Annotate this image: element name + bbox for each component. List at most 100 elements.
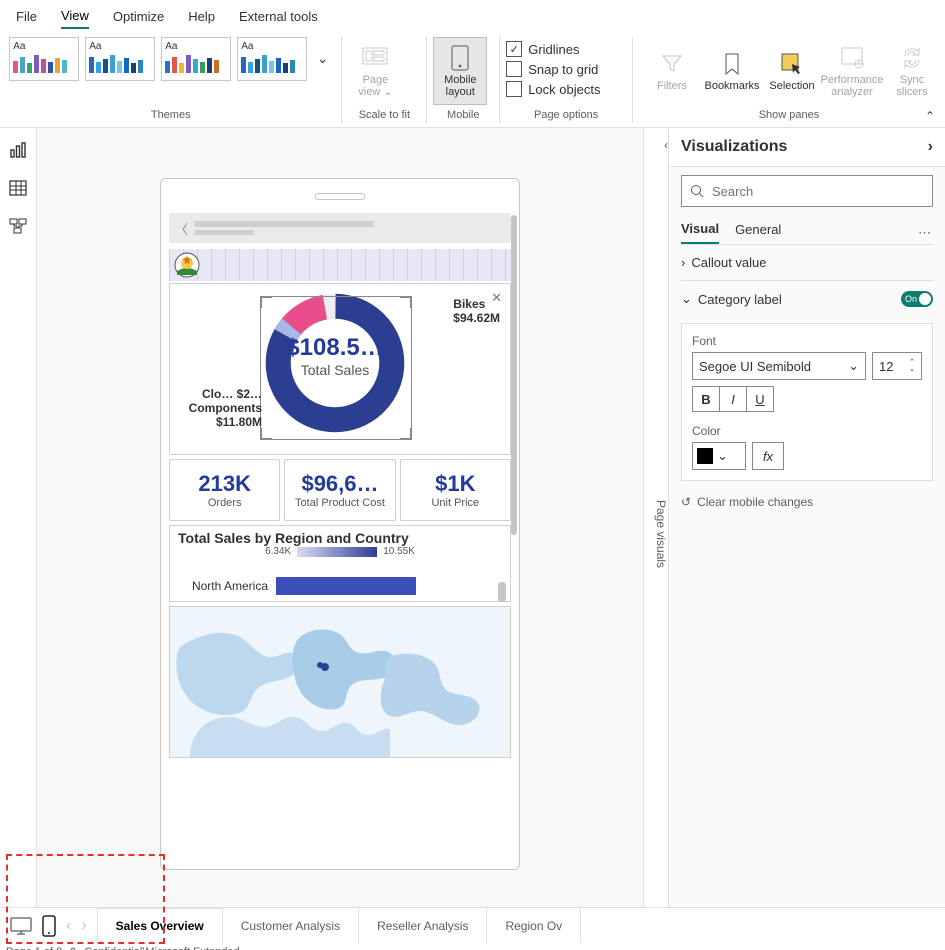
- chevron-down-icon: ⌄: [848, 358, 859, 374]
- more-options-icon[interactable]: ⋯: [918, 225, 933, 241]
- theme-aa-label: Aa: [165, 41, 227, 52]
- theme-thumbnail[interactable]: Aa: [9, 37, 79, 81]
- donut-center-value: $108.5…: [280, 334, 390, 362]
- theme-aa-label: Aa: [89, 41, 151, 52]
- annotation-highlight-box: [6, 854, 165, 944]
- page-tab[interactable]: Reseller Analysis: [359, 908, 487, 943]
- data-view-icon[interactable]: [8, 178, 28, 198]
- page-tab[interactable]: Region Ov: [487, 908, 581, 943]
- kpi-label: Unit Price: [431, 497, 479, 509]
- world-map-icon: [170, 607, 510, 757]
- kpi-card[interactable]: 213K Orders: [169, 459, 280, 521]
- kpi-value: $1K: [435, 471, 475, 497]
- theme-thumbnail[interactable]: Aa: [161, 37, 231, 81]
- theme-thumbnail[interactable]: Aa: [237, 37, 307, 81]
- ribbon-group-mobile-label: Mobile: [433, 107, 493, 123]
- chevron-down-icon: ⌄: [717, 448, 728, 464]
- page-tab[interactable]: Customer Analysis: [223, 908, 359, 943]
- filters-pane-button: Filters: [645, 37, 699, 105]
- toggle-on-text: On: [905, 294, 917, 304]
- filters-label: Filters: [657, 80, 687, 92]
- clear-mobile-changes-button[interactable]: ↺ Clear mobile changes: [681, 495, 933, 509]
- theme-aa-label: Aa: [241, 41, 303, 52]
- kpi-card[interactable]: $96,6… Total Product Cost: [284, 459, 395, 521]
- left-nav-rail: [0, 128, 37, 907]
- menu-external-tools[interactable]: External tools: [239, 5, 318, 28]
- underline-button[interactable]: U: [747, 387, 773, 411]
- ribbon-group-pageoptions-label: Page options: [506, 107, 626, 123]
- chevron-left-icon: ‹: [664, 138, 668, 152]
- font-family-value: Segoe UI Semibold: [699, 359, 848, 374]
- selection-label: Selection: [769, 80, 814, 92]
- sync-label: Sync slicers: [887, 74, 937, 98]
- donut-chart-visual[interactable]: ✕ $108.5… Total Sales Bikes $94.62: [169, 283, 511, 455]
- category-label-section[interactable]: ⌄ Category label On: [681, 281, 933, 317]
- kpi-card[interactable]: $1K Unit Price: [400, 459, 511, 521]
- search-icon: [690, 184, 704, 198]
- search-field[interactable]: [710, 183, 924, 200]
- selection-pane-button[interactable]: Selection: [765, 37, 819, 105]
- map-visual[interactable]: [169, 606, 511, 758]
- region-bar-visual[interactable]: Total Sales by Region and Country 6.34K …: [169, 525, 511, 602]
- mobile-phone-frame: 〈 ✕: [160, 178, 520, 870]
- sync-slicers-button: Sync slicers: [885, 37, 939, 105]
- chevron-right-icon[interactable]: ›: [928, 138, 933, 156]
- collapse-ribbon-icon[interactable]: ⌃: [925, 109, 935, 123]
- kpi-value: $96,6…: [301, 471, 378, 497]
- tab-general[interactable]: General: [735, 222, 781, 243]
- search-input[interactable]: [681, 175, 933, 207]
- model-view-icon[interactable]: [8, 216, 28, 236]
- performance-analyzer-button: Performance analyzer: [825, 37, 879, 105]
- region-title: Total Sales by Region and Country: [178, 530, 502, 546]
- color-label: Color: [692, 424, 922, 438]
- theme-thumbnail[interactable]: Aa: [85, 37, 155, 81]
- visualizations-title: Visualizations: [681, 138, 787, 156]
- menu-help[interactable]: Help: [188, 5, 215, 28]
- ribbon-group-themes-label: Themes: [151, 107, 191, 123]
- phone-speaker: [315, 193, 365, 200]
- menu-file[interactable]: File: [16, 5, 37, 28]
- category-label-toggle[interactable]: On: [901, 291, 933, 307]
- font-properties-group: Font Segoe UI Semibold ⌄ 12 ⌃⌄ B I U: [681, 323, 933, 481]
- visual-scrollbar[interactable]: [498, 582, 506, 602]
- donut-center-label: Total Sales: [280, 362, 390, 378]
- page-visuals-pane-collapsed[interactable]: ‹ Page visuals: [643, 128, 668, 907]
- report-header-bar: 〈: [169, 213, 511, 243]
- back-icon[interactable]: 〈: [175, 219, 188, 238]
- report-page-header: [169, 249, 511, 281]
- callout-value-section[interactable]: › Callout value: [681, 245, 933, 281]
- page-view-button: Page view ⌄: [348, 37, 402, 105]
- italic-button[interactable]: I: [720, 387, 747, 411]
- bookmarks-pane-button[interactable]: Bookmarks: [705, 37, 759, 105]
- report-view-icon[interactable]: [8, 140, 28, 160]
- bar-category-label: North America: [178, 579, 268, 593]
- font-family-dropdown[interactable]: Segoe UI Semibold ⌄: [692, 352, 866, 380]
- menu-optimize[interactable]: Optimize: [113, 5, 164, 28]
- font-size-value: 12: [879, 359, 893, 374]
- tab-visual[interactable]: Visual: [681, 221, 719, 244]
- snap-label: Snap to grid: [528, 62, 598, 77]
- kpi-value: 213K: [198, 471, 251, 497]
- reset-icon: ↺: [681, 495, 691, 509]
- themes-dropdown-icon[interactable]: ⌄: [313, 51, 332, 67]
- lock-objects-checkbox[interactable]: Lock objects: [506, 81, 626, 97]
- snap-to-grid-checkbox[interactable]: Snap to grid: [506, 61, 626, 77]
- menu-bar: File View Optimize Help External tools: [0, 0, 945, 33]
- canvas-area: 〈 ✕: [37, 128, 643, 907]
- spinner-arrows-icon: ⌃⌄: [909, 359, 915, 373]
- bookmarks-label: Bookmarks: [704, 80, 759, 92]
- fx-button[interactable]: fx: [752, 442, 784, 470]
- gridlines-checkbox[interactable]: ✓Gridlines: [506, 41, 626, 57]
- logo-icon: [173, 251, 201, 279]
- phone-scrollbar[interactable]: [511, 215, 517, 845]
- donut-bikes-name: Bikes: [453, 297, 485, 311]
- chevron-right-icon: ›: [681, 255, 685, 270]
- menu-view[interactable]: View: [61, 4, 89, 29]
- bold-button[interactable]: B: [693, 387, 720, 411]
- ribbon: Aa Aa Aa Aa ⌄ Themes Page view ⌄ Scale: [0, 33, 945, 128]
- font-size-spinner[interactable]: 12 ⌃⌄: [872, 352, 922, 380]
- page-visuals-label: Page visuals: [654, 500, 668, 568]
- mobile-layout-label: Mobile layout: [436, 74, 484, 98]
- mobile-layout-button[interactable]: Mobile layout: [433, 37, 487, 105]
- color-picker-dropdown[interactable]: ⌄: [692, 442, 746, 470]
